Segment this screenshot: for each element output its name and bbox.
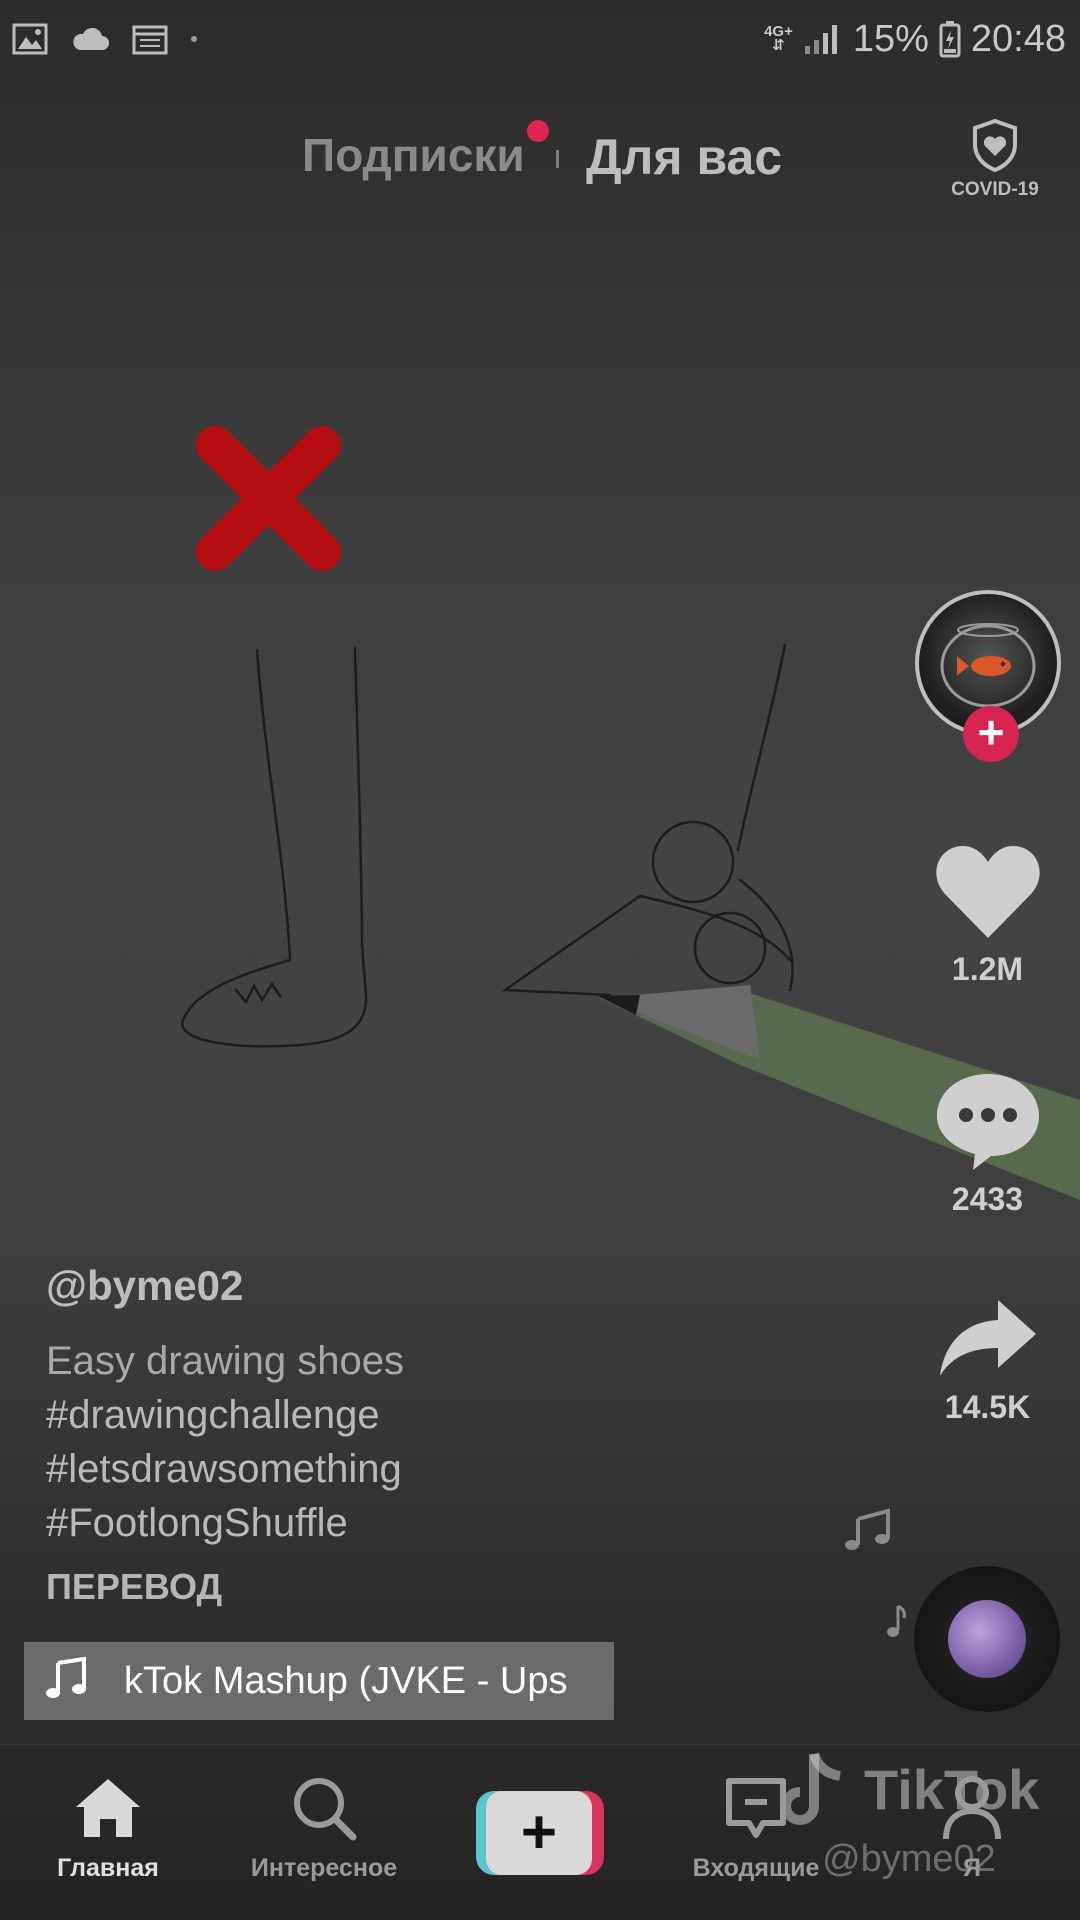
create-video-button[interactable]: + [476,1791,604,1875]
signal-icon [803,22,843,56]
notification-dot-icon [190,35,198,43]
shield-heart-icon [971,118,1019,176]
share-count: 14.5K [944,1389,1031,1425]
floating-note-icon [836,1505,896,1560]
pencil-sketch-left [181,646,368,1048]
feed-tabs: Подписки Для вас [0,120,1080,200]
clock: 20:48 [970,17,1066,60]
inbox-icon [723,1778,789,1845]
music-title: kTok Mashup (JVKE - Ups [124,1659,568,1702]
comment-count: 2433 [951,1181,1024,1217]
hashtag-link[interactable]: #drawingchallenge [46,1388,766,1442]
hashtag-link[interactable]: #FootlongShuffle [46,1496,766,1550]
tab-for-you[interactable]: Для вас [586,128,782,186]
nav-home-label: Главная [57,1854,159,1882]
new-content-dot [527,120,549,142]
nav-discover-label: Интересное [250,1854,398,1882]
heart-icon [933,846,1043,946]
creator-username[interactable]: @byme02 [46,1262,766,1310]
share-action[interactable]: 14.5K [910,1296,1065,1426]
nav-profile-label: Я [963,1854,981,1882]
search-icon [291,1778,357,1845]
nav-profile[interactable]: Я [882,1775,1062,1883]
plus-icon: + [486,1791,592,1875]
covid-info-button[interactable]: COVID-19 [940,118,1050,201]
gallery-icon [12,23,48,55]
nav-discover[interactable]: Интересное [234,1775,414,1883]
nav-home[interactable]: Главная [18,1775,198,1883]
covid-label: COVID-19 [951,179,1039,200]
status-bar: 4G+ ⇵ 15% 20:48 [0,0,1080,78]
network-indicator: 4G+ ⇵ [764,24,793,54]
creator-avatar-wrap: + [915,590,1061,762]
tab-following[interactable]: Подписки [302,128,525,182]
pencil-sketch-right [501,643,794,997]
share-arrow-icon [936,1300,1040,1384]
floating-note-icon [884,1604,908,1645]
music-note-icon [44,1656,88,1706]
translate-button[interactable]: ПЕРЕВОД [46,1566,766,1608]
cloud-icon [70,26,110,52]
like-action[interactable]: 1.2M [910,842,1065,988]
tab-divider [556,150,559,168]
hashtag-link[interactable]: #letsdrawsomething [46,1442,766,1496]
home-icon [72,1779,144,1845]
sound-cover [948,1600,1026,1678]
data-arrows-icon: ⇵ [772,37,785,54]
red-x-mark [196,426,341,571]
bottom-navigation: Главная Интересное + Входящие Я [0,1744,1080,1920]
video-description: Easy drawing shoes [46,1339,404,1383]
calendar-icon [132,23,168,55]
battery-icon [939,20,961,58]
music-marquee[interactable]: kTok Mashup (JVKE - Ups [24,1642,614,1720]
comment-icon [933,1074,1043,1176]
nav-inbox-label: Входящие [692,1854,820,1882]
sound-disc[interactable] [914,1566,1060,1712]
follow-button[interactable]: + [963,706,1019,762]
nav-inbox[interactable]: Входящие [666,1775,846,1883]
comment-action[interactable]: 2433 [910,1068,1065,1218]
battery-percent: 15% [852,17,929,60]
video-caption: @byme02 Easy drawing shoes #drawingchall… [46,1262,766,1608]
like-count: 1.2M [951,951,1024,987]
profile-icon [942,1776,1002,1845]
